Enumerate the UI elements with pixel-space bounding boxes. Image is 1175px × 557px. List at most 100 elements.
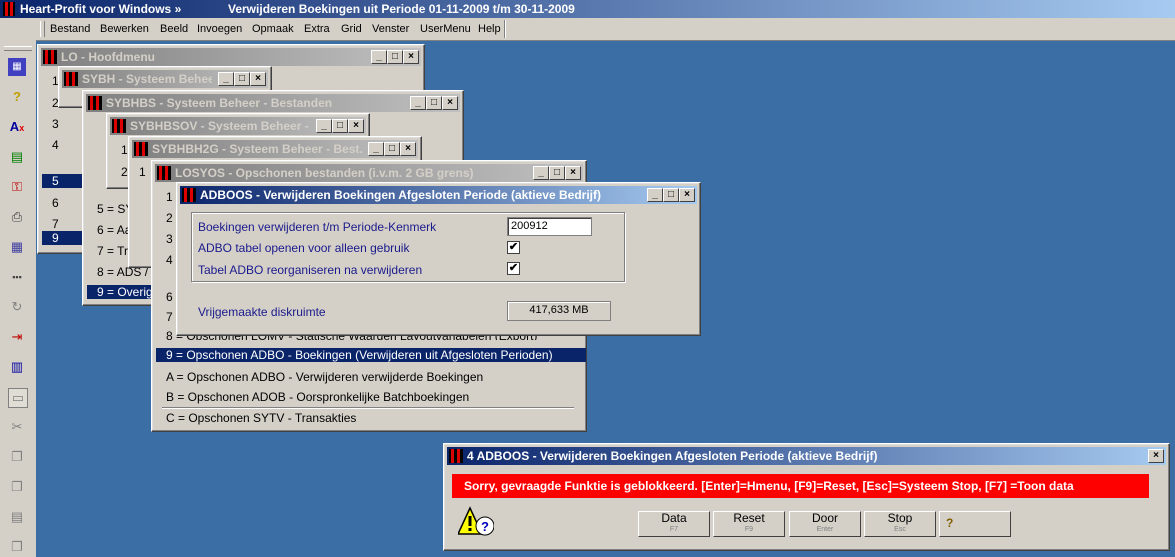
menu-row[interactable]: 6 (166, 290, 173, 304)
toolbar-grip (4, 46, 32, 51)
window-title-bar[interactable]: LOSYOS - Opschonen bestanden (i.v.m. 2 G… (155, 164, 583, 182)
menu-bewerken[interactable]: Bewerken (100, 23, 149, 35)
maximize-icon[interactable]: □ (384, 142, 400, 156)
menu-row[interactable]: 1 (139, 165, 146, 179)
window-icon (157, 166, 171, 180)
chart-icon[interactable]: ▥ (8, 358, 26, 376)
printer-icon[interactable]: ⎙ (8, 208, 26, 226)
menu-beeld[interactable]: Beeld (160, 23, 188, 35)
error-message: Sorry, gevraagde Funktie is geblokkeerd.… (452, 474, 1149, 498)
window-title-bar[interactable]: SYBHBSOV - Systeem Beheer - ... _ □ × (110, 117, 366, 135)
window-icon[interactable]: ▭ (8, 388, 28, 408)
calculator-icon[interactable]: ▦ (8, 58, 26, 76)
dialog-title: 4 ADBOOS - Verwijderen Boekingen Afgeslo… (467, 449, 878, 463)
minimize-icon[interactable]: _ (371, 50, 387, 64)
window-icon (134, 142, 148, 156)
paste-special-icon[interactable]: ❐ (8, 538, 26, 556)
menu-row[interactable]: C = Opschonen SYTV - Transakties (166, 411, 356, 425)
menu-extra[interactable]: Extra (304, 23, 330, 35)
window-title: LOSYOS - Opschonen bestanden (i.v.m. 2 G… (175, 166, 474, 180)
close-icon[interactable]: × (403, 50, 419, 64)
door-button[interactable]: Door Enter (789, 511, 861, 537)
minimize-icon[interactable]: _ (410, 96, 426, 110)
menu-grid[interactable]: Grid (341, 23, 362, 35)
close-icon[interactable]: × (442, 96, 458, 110)
tree-icon[interactable]: ▤ (8, 148, 26, 166)
menu-row-selected[interactable]: 9 = Overig (87, 285, 153, 299)
maximize-icon[interactable]: □ (426, 96, 442, 110)
window-title: SYBHBH2G - Systeem Beheer - Best... (152, 142, 362, 156)
menu-row[interactable]: 1 (121, 143, 128, 157)
reset-button[interactable]: Reset F9 (713, 511, 785, 537)
menu-row[interactable]: 4 (166, 253, 173, 267)
paste-icon[interactable]: ❐ (8, 478, 26, 496)
menu-row[interactable]: 7 (52, 217, 59, 231)
cut-icon[interactable]: ✂ (8, 418, 26, 436)
menu-bar: Bestand Bewerken Beeld Invoegen Opmaak E… (0, 18, 1175, 41)
minimize-icon[interactable]: _ (647, 188, 663, 202)
window-title-bar[interactable]: SYBHBS - Systeem Beheer - Bestanden _ □ … (86, 94, 460, 112)
window-title-bar[interactable]: LO - Hoofdmenu _ □ × (41, 48, 421, 66)
window-title: SYBH - Systeem Beheer (82, 72, 212, 86)
stop-button[interactable]: Stop Esc (864, 511, 936, 537)
menu-usermenu[interactable]: UserMenu (420, 23, 471, 35)
menu-row[interactable]: 3 (166, 232, 173, 246)
maximize-icon[interactable]: □ (663, 188, 679, 202)
menu-row[interactable]: A = Opschonen ADBO - Verwijderen verwijd… (166, 370, 483, 384)
menu-row[interactable]: 4 (52, 138, 59, 152)
calendar-icon[interactable]: ▦ (8, 238, 26, 256)
menu-row[interactable]: 1 (166, 190, 173, 204)
menu-row[interactable]: 2 (121, 165, 128, 179)
minimize-icon[interactable]: _ (533, 166, 549, 180)
minimize-icon[interactable]: _ (316, 119, 332, 133)
periode-input[interactable]: 200912 (507, 217, 592, 236)
maximize-icon[interactable]: □ (234, 72, 250, 86)
window-adboos[interactable]: ADBOOS - Verwijderen Boekingen Afgeslote… (176, 182, 701, 336)
font-icon[interactable]: Ax (8, 118, 26, 136)
window-title-bar[interactable]: SYBHBH2G - Systeem Beheer - Best... _ □ … (132, 140, 418, 158)
adbo-open-checkbox[interactable]: ✔ (507, 241, 520, 254)
menu-row-selected[interactable]: 9 = Opschonen ADBO - Boekingen (Verwijde… (156, 348, 586, 362)
close-icon[interactable]: × (348, 119, 364, 133)
export-icon[interactable]: ⇥ (8, 328, 26, 346)
data-button[interactable]: Data F7 (638, 511, 710, 537)
refresh-icon[interactable]: ↻ (8, 298, 26, 316)
menu-row[interactable]: 6 = Aa (97, 223, 131, 237)
copy-icon[interactable]: ❐ (8, 448, 26, 466)
maximize-icon[interactable]: □ (387, 50, 403, 64)
menu-opmaak[interactable]: Opmaak (252, 23, 294, 35)
menu-row[interactable]: 2 (166, 211, 173, 225)
window-title-bar[interactable]: SYBH - Systeem Beheer _ □ × (62, 70, 268, 88)
window-icon (64, 72, 78, 86)
clipboard-icon[interactable]: ▤ (8, 508, 26, 526)
menu-bestand[interactable]: Bestand (50, 23, 90, 35)
menu-invoegen[interactable]: Invoegen (197, 23, 242, 35)
maximize-icon[interactable]: □ (549, 166, 565, 180)
close-icon[interactable]: × (250, 72, 266, 86)
dialog-title-bar[interactable]: 4 ADBOOS - Verwijderen Boekingen Afgeslo… (447, 447, 1166, 465)
maximize-icon[interactable]: □ (332, 119, 348, 133)
help-button[interactable]: ? (939, 511, 1011, 537)
minimize-icon[interactable]: _ (218, 72, 234, 86)
menu-row[interactable]: 7 = Tr (97, 244, 128, 258)
menu-row[interactable]: B = Opschonen ADOB - Oorspronkelijke Bat… (166, 390, 469, 404)
reorg-checkbox[interactable]: ✔ (507, 262, 520, 275)
menu-venster[interactable]: Venster (372, 23, 409, 35)
help-icon[interactable]: ? (8, 88, 26, 106)
dots-icon[interactable]: ▪▪▪ (8, 268, 26, 286)
menu-row[interactable]: 7 (166, 310, 173, 324)
menu-help[interactable]: Help (478, 23, 501, 35)
menu-row[interactable]: 3 (52, 117, 59, 131)
window-title-bar[interactable]: ADBOOS - Verwijderen Boekingen Afgeslote… (180, 186, 697, 204)
menu-row[interactable]: 6 (52, 196, 59, 210)
menu-row-selected[interactable]: 5 (42, 174, 82, 188)
close-icon[interactable]: × (400, 142, 416, 156)
close-icon[interactable]: × (1148, 449, 1164, 463)
minimize-icon[interactable]: _ (368, 142, 384, 156)
key-icon[interactable]: ⚿ (8, 178, 26, 196)
menu-row-selected[interactable]: 9 (42, 231, 82, 245)
close-icon[interactable]: × (679, 188, 695, 202)
close-icon[interactable]: × (565, 166, 581, 180)
error-dialog[interactable]: 4 ADBOOS - Verwijderen Boekingen Afgeslo… (443, 443, 1170, 551)
app-logo-icon (3, 2, 15, 16)
